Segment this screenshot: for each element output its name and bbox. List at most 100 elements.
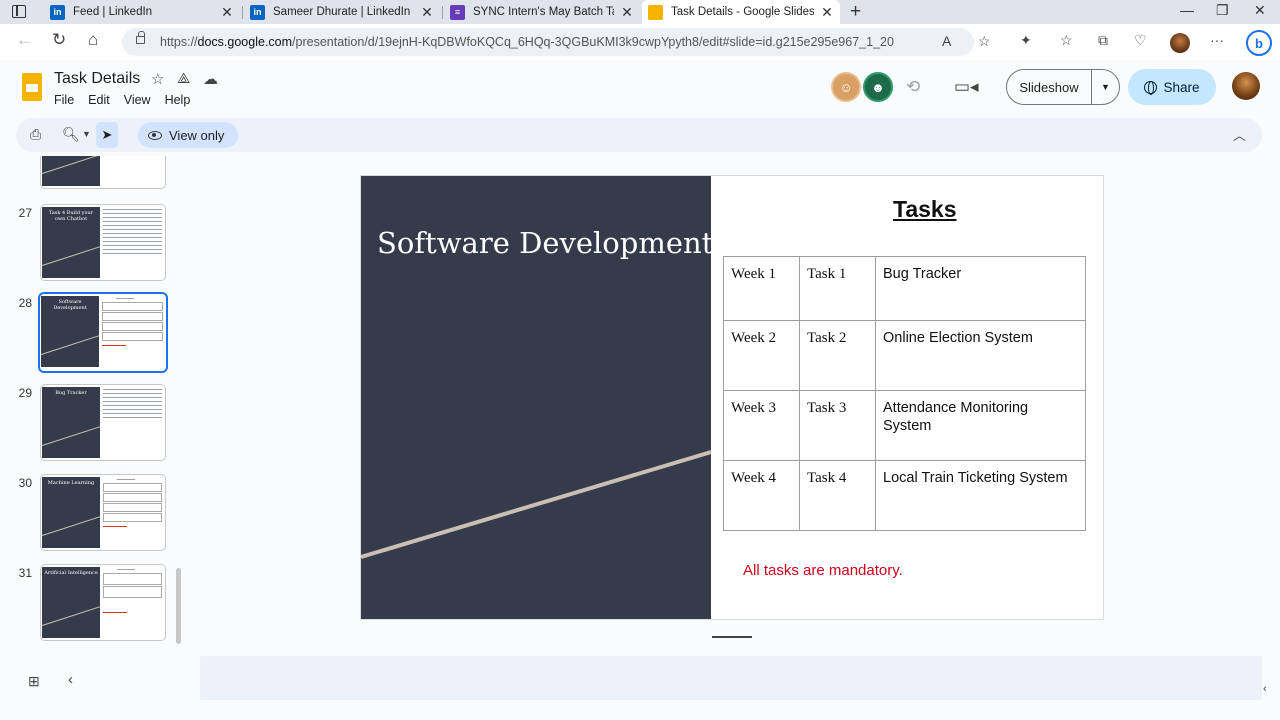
collapse-menus-icon[interactable]: ︿ [1233,125,1246,144]
task-name-cell: Online Election System [875,320,1086,391]
address-bar-row: ← ↻ ⌂ https://docs.google.com/presentati… [0,24,1280,60]
tab-actions-icon[interactable] [12,5,26,18]
close-tab-icon[interactable]: ✕ [820,4,834,21]
thumbnail-title: Task 4 Build your own Chatbot [48,210,94,222]
tab-separator [242,6,243,19]
restore-icon[interactable]: ❐ [1216,2,1229,19]
slide-thumbnail-31[interactable]: Artificial Intelligence [40,564,166,641]
cloud-status-icon[interactable]: ☁ [203,70,218,88]
view-only-label: View only [169,127,225,143]
url-field[interactable]: https://docs.google.com/presentation/d/1… [122,28,991,56]
slide-thumbnail-30[interactable]: Machine Learning [40,474,166,551]
toolbar: ⎙ 🔍︎ ▼ ➤ View only ︿ [16,118,1262,152]
extensions-icon[interactable]: ✦ [1020,32,1032,49]
slideshow-button[interactable]: Slideshow ▼ [1006,69,1120,105]
document-title[interactable]: Task Details [54,70,140,88]
share-button[interactable]: Share [1128,69,1216,105]
slide-number: 27 [18,206,32,220]
account-avatar[interactable] [1232,72,1260,100]
close-tab-icon[interactable]: ✕ [620,4,634,21]
close-window-icon[interactable]: ✕ [1254,2,1266,19]
share-label: Share [1163,79,1200,95]
menu-view[interactable]: View [124,93,151,107]
slide-number: 29 [18,386,32,400]
star-icon[interactable]: ☆ [151,70,164,88]
table-row: Week 4 Task 4 Local Train Ticketing Syst… [723,460,1086,531]
week-cell: Week 3 [723,390,800,461]
more-options-icon[interactable]: ··· [1210,32,1224,48]
notes-resize-handle[interactable] [712,636,752,638]
table-row: Week 1 Task 1 Bug Tracker [723,256,1086,321]
slide-thumbnail-26[interactable] [40,156,166,189]
chevron-down-icon[interactable]: ▼ [1092,82,1119,92]
version-history-icon[interactable]: ⟲ [906,77,920,97]
week-cell: Week 1 [723,256,800,321]
tasks-heading: Tasks [893,196,957,222]
minimize-icon[interactable]: — [1180,2,1194,18]
google-slides-logo[interactable] [22,73,42,101]
browser-tab-sync-forms[interactable]: ≡ SYNC Intern's May Batch Task Su ✕ [444,0,640,24]
slide-number: 28 [18,296,32,310]
menu-bar: File Edit View Help [54,93,190,107]
browser-essentials-icon[interactable]: ♡ [1134,32,1147,49]
close-tab-icon[interactable]: ✕ [220,4,234,21]
read-aloud-icon[interactable]: A [942,33,951,49]
zoom-icon[interactable]: 🔍︎ [62,126,80,143]
viewer-avatar-1[interactable]: ☺ [831,72,861,102]
filmstrip-scrollbar[interactable] [176,568,181,644]
slide-number: 30 [18,476,32,490]
slide-number: 31 [18,566,32,580]
select-cursor-icon[interactable]: ➤ [96,122,118,148]
speaker-notes-area[interactable] [200,656,1262,700]
thumbnail-title: Bug Tracker [55,390,87,396]
browser-tab-sameer-linkedin[interactable]: in Sameer Dhurate | LinkedIn ✕ [244,0,440,24]
task-cell: Task 3 [799,390,876,461]
move-to-drive-icon[interactable]: ⟁ [177,70,190,87]
view-only-button[interactable]: View only [138,122,239,148]
print-icon[interactable]: ⎙ [30,126,41,143]
menu-file[interactable]: File [54,93,74,107]
table-row: Week 2 Task 2 Online Election System [723,320,1086,391]
favorites-icon[interactable]: ☆ [1060,32,1073,49]
google-slides-icon [648,4,663,20]
lock-icon [136,31,145,44]
browser-tab-strip: in Feed | LinkedIn ✕ in Sameer Dhurate |… [0,0,1280,24]
linkedin-icon: in [50,4,65,20]
menu-help[interactable]: Help [165,93,191,107]
slide-filmstrip: 27 Task 4 Build your own Chatbot 28 Soft… [0,156,188,656]
collections-icon[interactable]: ⧉ [1098,32,1108,49]
tab-label: Sameer Dhurate | LinkedIn [273,6,411,18]
bing-copilot-icon[interactable]: b [1246,30,1272,56]
chevron-up-icon[interactable]: ‹ [1263,683,1267,695]
browser-tab-feed-linkedin[interactable]: in Feed | LinkedIn ✕ [44,0,240,24]
linkedin-icon: in [250,4,265,20]
grid-view-icon[interactable]: ⊞ [28,673,40,690]
home-icon[interactable]: ⌂ [88,30,98,50]
chevron-down-icon[interactable]: ▼ [82,129,91,139]
tasks-table: Week 1 Task 1 Bug Tracker Week 2 Task 2 … [723,256,1086,531]
close-tab-icon[interactable]: ✕ [420,4,434,21]
google-forms-icon: ≡ [450,4,465,20]
mandatory-note: All tasks are mandatory. [743,562,903,579]
menu-edit[interactable]: Edit [88,93,110,107]
chevron-left-icon[interactable]: ‹ [68,671,73,688]
task-cell: Task 2 [799,320,876,391]
tab-label: Task Details - Google Slides [671,6,814,18]
slide-thumbnail-27[interactable]: Task 4 Build your own Chatbot [40,204,166,281]
reload-icon[interactable]: ↻ [52,30,66,50]
task-name-cell: Bug Tracker [875,256,1086,321]
viewer-avatar-2[interactable]: ☻ [863,72,893,102]
globe-icon [1144,80,1158,95]
browser-profile-avatar[interactable] [1170,33,1190,53]
meet-video-icon[interactable]: ▭◂ [954,77,979,97]
favorite-star-icon[interactable]: ☆ [978,33,991,50]
back-icon[interactable]: ← [16,30,33,50]
task-name-cell: Attendance Monitoring System [875,390,1086,461]
slide-thumbnail-29[interactable]: Bug Tracker [40,384,166,461]
table-row: Week 3 Task 3 Attendance Monitoring Syst… [723,390,1086,461]
slideshow-label: Slideshow [1019,79,1079,95]
slide-thumbnail-28[interactable]: Software Development [38,292,168,373]
new-tab-icon[interactable]: + [850,1,861,23]
browser-tab-task-details[interactable]: Task Details - Google Slides ✕ [642,0,840,24]
url-text[interactable]: https://docs.google.com/presentation/d/1… [160,35,894,49]
